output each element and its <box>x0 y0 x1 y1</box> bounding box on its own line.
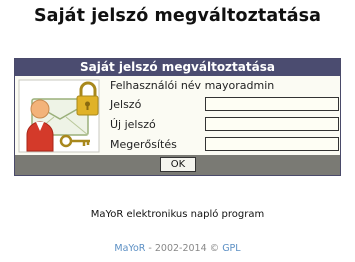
page-title: Saját jelszó megváltoztatása <box>33 6 322 26</box>
username-value: mayoradmin <box>204 79 275 92</box>
user-key-lock-icon <box>18 79 100 153</box>
form-header: Saját jelszó megváltoztatása <box>15 59 340 76</box>
confirm-password-label: Megerősítés <box>110 138 177 151</box>
mayor-link[interactable]: MaYoR <box>114 243 145 254</box>
program-credit: MaYoR elektronikus napló program <box>90 209 265 220</box>
password-input[interactable] <box>205 97 339 111</box>
username-label: Felhasználói név <box>110 79 202 92</box>
new-password-label: Új jelszó <box>110 118 156 131</box>
ok-button[interactable]: OK <box>160 157 196 172</box>
copyright-years: - 2002-2014 © <box>145 243 223 254</box>
password-label: Jelszó <box>110 98 142 111</box>
change-password-form: Saját jelszó megváltoztatása Felhasználó… <box>14 58 341 176</box>
confirm-password-input[interactable] <box>205 137 339 151</box>
form-footer: OK <box>15 155 340 175</box>
gpl-link[interactable]: GPL <box>222 243 240 254</box>
form-body: Felhasználói név mayoradmin Jelszó Új je… <box>15 76 340 156</box>
new-password-input[interactable] <box>205 117 339 131</box>
username-row: Felhasználói név mayoradmin <box>110 79 274 92</box>
copyright-line: MaYoR - 2002-2014 © GPL <box>0 243 355 254</box>
